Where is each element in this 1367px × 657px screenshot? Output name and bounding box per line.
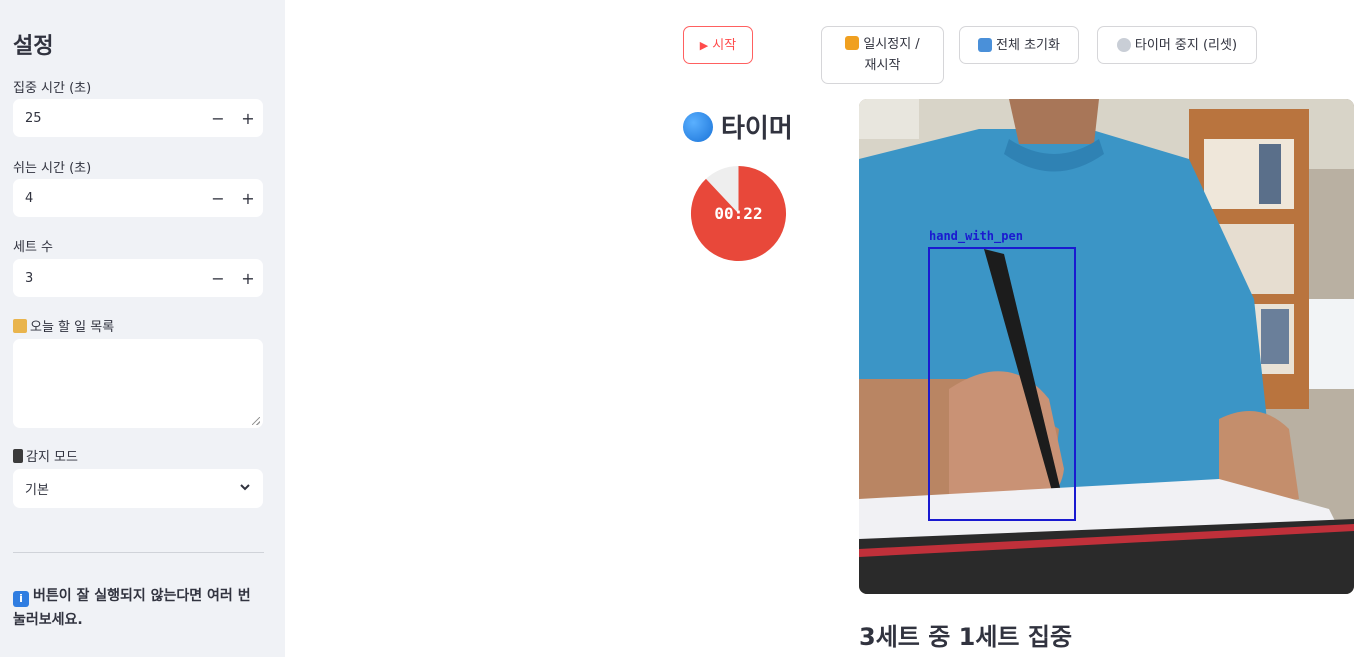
- start-button-label: 시작: [712, 37, 737, 53]
- sidebar: 설정 집중 시간 (초) 25 − + 쉬는 시간 (초) 4 − + 세트 수…: [0, 0, 285, 657]
- rest-time-increment-button[interactable]: +: [233, 179, 263, 217]
- focus-time-increment-button[interactable]: +: [233, 99, 263, 137]
- sets-increment-button[interactable]: +: [233, 259, 263, 297]
- rest-time-decrement-button[interactable]: −: [203, 179, 233, 217]
- todo-label: 오늘 할 일 목록: [30, 320, 115, 335]
- play-icon: ▶: [699, 38, 709, 52]
- pause-resume-line1: 일시정지 /: [845, 34, 920, 55]
- play-pause-icon: [845, 36, 860, 50]
- refresh-icon: [978, 38, 993, 52]
- pause-resume-label-line2: 재시작: [864, 58, 901, 73]
- rest-time-input[interactable]: 4 − +: [13, 179, 263, 217]
- detection-label: hand_with_pen: [929, 229, 1023, 243]
- scroll-icon: [13, 319, 27, 333]
- focus-time-label: 집중 시간 (초): [13, 81, 92, 96]
- info-icon: i: [13, 591, 29, 607]
- sets-decrement-button[interactable]: −: [203, 259, 233, 297]
- todo-textarea[interactable]: [13, 339, 263, 428]
- chevron-down-icon[interactable]: [239, 481, 251, 497]
- rest-time-value[interactable]: 4: [13, 191, 203, 206]
- timer-title-text: 타이머: [721, 114, 793, 144]
- focus-time-value[interactable]: 25: [13, 111, 203, 126]
- reset-all-label: 전체 초기화: [996, 37, 1060, 53]
- stop-timer-button[interactable]: 타이머 중지 (리셋): [1097, 26, 1257, 64]
- rest-time-label: 쉬는 시간 (초): [13, 161, 92, 176]
- sidebar-note: i 버튼이 잘 실행되지 않는다면 여러 번 눌러보세요.: [13, 584, 268, 632]
- sets-value[interactable]: 3: [13, 271, 203, 286]
- resize-handle-icon[interactable]: [252, 417, 260, 425]
- sidebar-note-text: 버튼이 잘 실행되지 않는다면 여러 번 눌러보세요.: [13, 588, 251, 628]
- pause-resume-button[interactable]: 일시정지 / 재시작: [821, 26, 944, 84]
- mode-select[interactable]: 기본: [13, 469, 263, 508]
- sidebar-title: 설정: [13, 34, 54, 59]
- mobile-phone-icon: [13, 449, 23, 463]
- mode-label: 감지 모드: [26, 450, 78, 465]
- sidebar-divider: [13, 552, 264, 553]
- blue-circle-icon: [683, 111, 713, 142]
- focus-time-decrement-button[interactable]: −: [203, 99, 233, 137]
- focus-time-input[interactable]: 25 − +: [13, 99, 263, 137]
- timer-title: 타이머: [683, 108, 793, 145]
- set-status: 3세트 중 1세트 집중: [859, 623, 1073, 651]
- timer-display: 00:22: [714, 204, 763, 223]
- sets-label: 세트 수: [13, 240, 54, 255]
- start-button[interactable]: ▶ 시작: [683, 26, 753, 64]
- app-root: 설정 집중 시간 (초) 25 − + 쉬는 시간 (초) 4 − + 세트 수…: [0, 0, 1367, 657]
- todo-label-row: 오늘 할 일 목록: [13, 316, 114, 335]
- sets-input[interactable]: 3 − +: [13, 259, 263, 297]
- mode-label-row: 감지 모드: [13, 446, 78, 465]
- camera-frame-image: [859, 99, 1354, 594]
- pause-resume-label-line1: 일시정지 /: [863, 37, 920, 52]
- mode-select-value: 기본: [25, 483, 49, 498]
- reset-all-button[interactable]: 전체 초기화: [959, 26, 1079, 64]
- stopwatch-icon: [1116, 38, 1131, 52]
- stop-timer-label: 타이머 중지 (리셋): [1134, 37, 1238, 53]
- camera-feed: hand_with_pen: [859, 99, 1354, 594]
